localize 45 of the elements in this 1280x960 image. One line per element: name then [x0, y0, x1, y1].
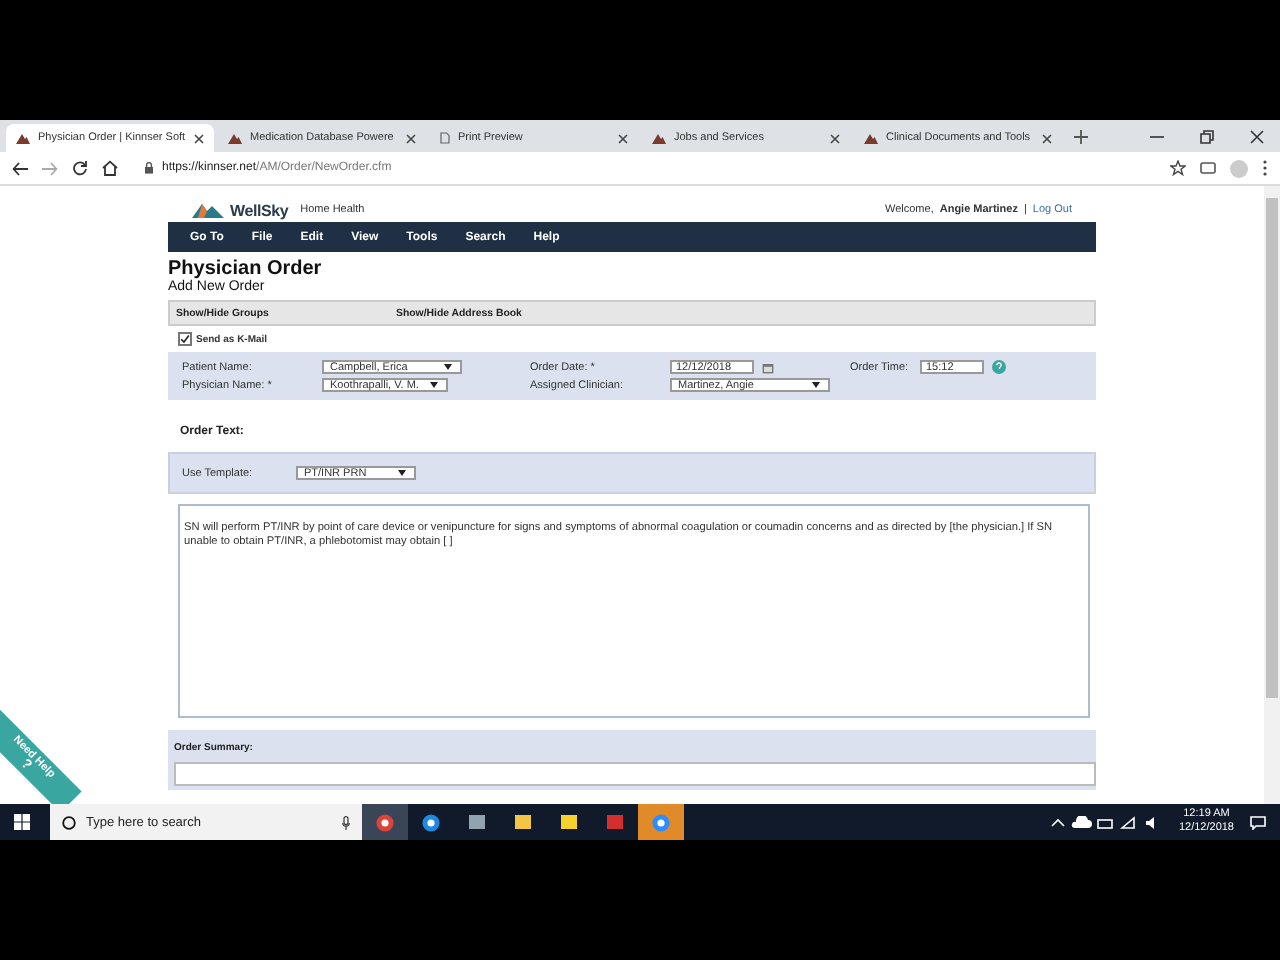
- taskbar-app-button[interactable]: [362, 804, 408, 840]
- menu-icon[interactable]: [1262, 160, 1268, 176]
- new-tab-icon[interactable]: [1074, 130, 1088, 144]
- mountain-logo-icon: [192, 202, 224, 218]
- close-icon[interactable]: [618, 133, 628, 143]
- caret-icon: [812, 382, 820, 388]
- restore-icon[interactable]: [1200, 130, 1214, 144]
- scrollbar[interactable]: [1264, 186, 1280, 804]
- lock-icon: [144, 162, 154, 174]
- page-title: Physician Order: [168, 260, 324, 280]
- round-app-icon: [652, 813, 670, 831]
- mountain-icon: [228, 133, 242, 143]
- square-app-icon: [468, 814, 486, 830]
- reload-icon[interactable]: [72, 160, 88, 176]
- square-app-icon: [514, 814, 532, 830]
- close-icon[interactable]: [1250, 130, 1264, 144]
- brand-name: WellSky: [230, 201, 289, 219]
- round-app-icon: [422, 813, 440, 831]
- caret-icon: [398, 470, 406, 476]
- minimize-icon[interactable]: [1150, 130, 1164, 144]
- close-icon[interactable]: [194, 133, 204, 143]
- mountain-icon: [16, 133, 30, 143]
- round-app-icon: [376, 813, 394, 831]
- notification-icon[interactable]: [1250, 815, 1266, 829]
- search-icon: [62, 815, 76, 829]
- back-arrow-icon[interactable]: [12, 161, 28, 175]
- microphone-icon: [342, 815, 350, 829]
- caret-icon: [430, 382, 438, 388]
- square-app-icon: [560, 814, 578, 830]
- close-icon[interactable]: [1042, 133, 1052, 143]
- calendar-icon[interactable]: [762, 361, 774, 373]
- help-icon[interactable]: [992, 360, 1006, 374]
- document-icon: [440, 132, 450, 144]
- close-icon[interactable]: [830, 133, 840, 143]
- extension-icon[interactable]: [1200, 160, 1216, 176]
- order-summary-field[interactable]: [174, 762, 1096, 786]
- mountain-icon: [864, 133, 878, 143]
- windows-start-icon[interactable]: [14, 814, 30, 830]
- caret-icon: [444, 364, 452, 370]
- close-icon[interactable]: [406, 133, 416, 143]
- square-app-icon: [606, 814, 624, 830]
- star-icon[interactable]: [1170, 160, 1186, 176]
- mountain-icon: [652, 133, 666, 143]
- home-icon[interactable]: [102, 160, 118, 176]
- checkbox[interactable]: [178, 332, 192, 346]
